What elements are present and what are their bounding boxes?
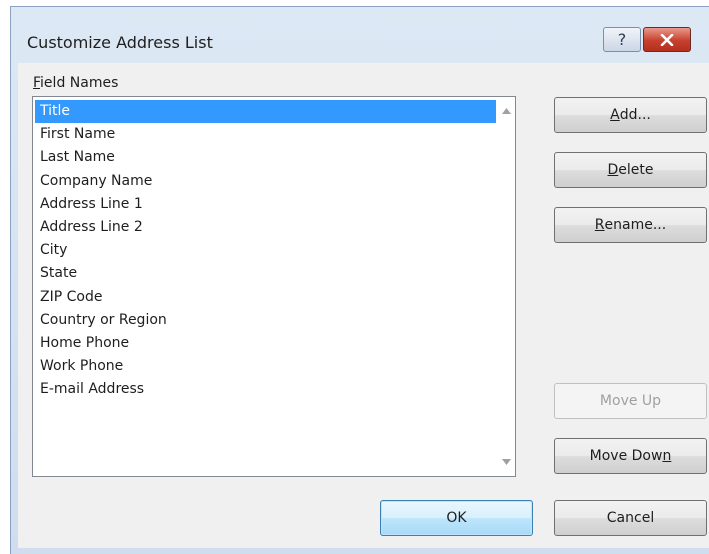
scroll-down-arrow-icon: [502, 458, 511, 465]
scroll-up-button[interactable]: [498, 102, 515, 119]
help-icon: ?: [617, 30, 627, 49]
list-item[interactable]: ZIP Code: [35, 286, 496, 309]
list-item[interactable]: First Name: [35, 123, 496, 146]
delete-button[interactable]: Delete: [554, 152, 707, 188]
list-item[interactable]: E-mail Address: [35, 378, 496, 401]
help-button[interactable]: ?: [603, 27, 641, 52]
dialog-body: Field Names Title First Name Last Name Comp…: [18, 63, 709, 548]
rename-access-key: R: [594, 217, 605, 233]
add-button-label: dd...: [619, 107, 651, 123]
list-item[interactable]: Last Name: [35, 146, 496, 169]
field-names-label-text: ield Names: [40, 75, 119, 91]
field-names-label: Field Names: [33, 75, 118, 91]
list-item[interactable]: Home Phone: [35, 332, 496, 355]
add-button[interactable]: Add...: [554, 97, 707, 133]
field-names-access-key: F: [33, 75, 41, 91]
scroll-down-button[interactable]: [498, 453, 515, 470]
rename-button[interactable]: Rename...: [554, 207, 707, 243]
vertical-scrollbar[interactable]: [498, 97, 515, 476]
list-item[interactable]: Title: [35, 100, 496, 124]
list-item[interactable]: Address Line 2: [35, 216, 496, 239]
delete-access-key: D: [607, 162, 619, 178]
move-down-access-key: n: [662, 448, 672, 464]
cancel-button[interactable]: Cancel: [554, 500, 707, 536]
close-button[interactable]: [643, 27, 691, 52]
ok-button[interactable]: OK: [380, 500, 533, 536]
ok-button-label: OK: [446, 510, 467, 526]
field-names-items: Title First Name Last Name Company Name Addr…: [35, 100, 496, 401]
title-bar[interactable]: Customize Address List ?: [11, 7, 709, 63]
list-item[interactable]: State: [35, 262, 496, 285]
field-names-list[interactable]: Title First Name Last Name Company Name Addr…: [32, 96, 516, 477]
move-up-button[interactable]: Move Up: [554, 383, 707, 419]
cancel-button-label: Cancel: [606, 510, 655, 526]
list-item[interactable]: Address Line 1: [35, 193, 496, 216]
list-item[interactable]: Company Name: [35, 170, 496, 193]
close-icon: [660, 33, 674, 46]
list-item[interactable]: Country or Region: [35, 309, 496, 332]
window-title: Customize Address List: [27, 33, 213, 52]
list-item[interactable]: Work Phone: [35, 355, 496, 378]
move-down-button[interactable]: Move Dow n: [554, 438, 707, 474]
list-item[interactable]: City: [35, 239, 496, 262]
rename-button-label: ename...: [604, 217, 667, 233]
scroll-up-arrow-icon: [502, 107, 511, 114]
move-down-button-label: Move Dow: [589, 448, 663, 464]
customize-address-list-dialog: Customize Address List ? Field Names Tit…: [10, 6, 709, 554]
delete-button-label: elete: [618, 162, 654, 178]
add-access-key: A: [610, 107, 620, 123]
move-up-button-label: Move Up: [599, 393, 662, 409]
